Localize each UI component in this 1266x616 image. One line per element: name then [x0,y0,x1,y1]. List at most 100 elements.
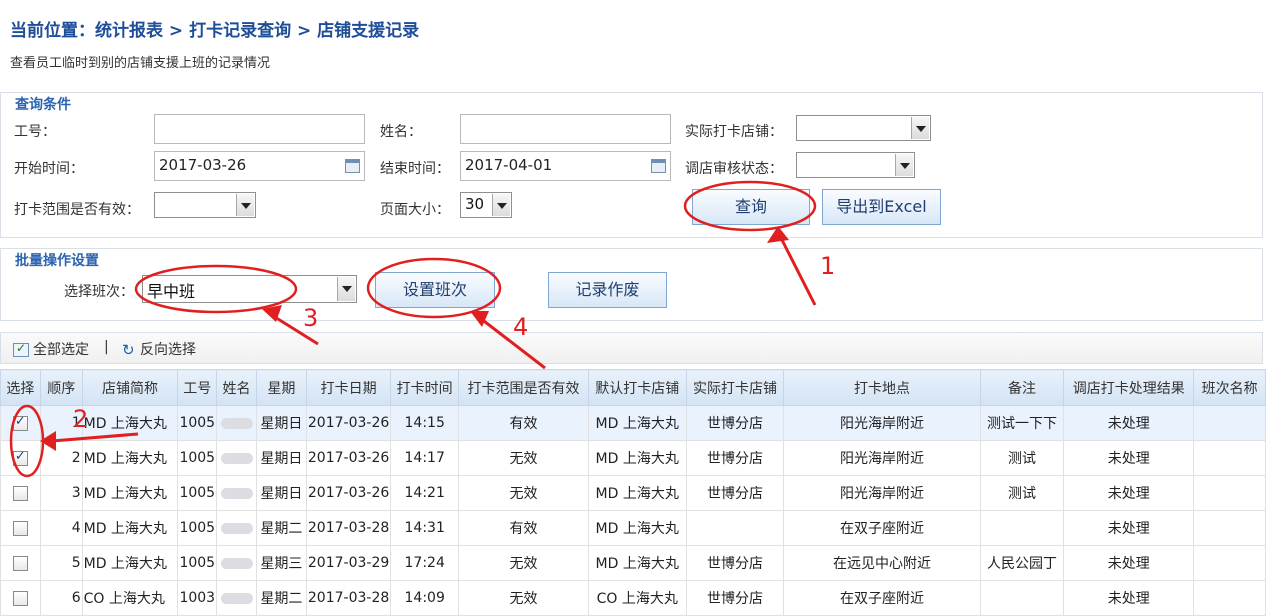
select-cell[interactable] [0,440,41,476]
calendar-icon[interactable] [345,159,360,173]
actual-store-cell: 世博分店 [685,440,785,476]
location-cell: 在远见中心附近 [783,545,981,581]
store-cell: MD 上海大丸 [81,440,179,476]
annotation-number: 4 [513,313,529,341]
column-header[interactable]: 姓名 [216,369,257,406]
shift-cell [1193,405,1266,441]
column-header[interactable]: 实际打卡店铺 [685,369,785,406]
column-header[interactable]: 打卡时间 [390,369,460,406]
remark-cell [979,580,1065,616]
actual-store-cell: 世博分店 [685,545,785,581]
remark-cell [979,510,1065,546]
row-checkbox[interactable] [12,485,28,501]
select-cell[interactable] [0,510,41,546]
column-header[interactable]: 顺序 [39,369,83,406]
default-store-cell: CO 上海大丸 [587,580,687,616]
select-cell[interactable] [0,475,41,511]
end-time-input[interactable]: 2017-04-01 [460,151,671,181]
row-checkbox[interactable] [12,520,28,536]
location-cell: 在双子座附近 [783,510,981,546]
select-all-button[interactable]: 全部选定 [13,339,89,359]
chevron-down-icon[interactable] [236,194,254,216]
column-header[interactable]: 班次名称 [1193,369,1266,406]
column-header[interactable]: 默认打卡店铺 [587,369,687,406]
week-cell: 星期二 [255,580,307,616]
row-checkbox[interactable] [12,590,28,606]
date-cell: 2017-03-28 [305,510,392,546]
invert-selection-button[interactable]: ↻ 反向选择 [122,339,196,359]
redacted-name [220,487,253,499]
chevron-down-icon[interactable] [337,277,355,301]
table-row[interactable]: 1MD 上海大丸1005星期日2017-03-2614:15有效MD 上海大丸世… [0,405,1266,441]
row-checkbox[interactable] [12,449,28,466]
audit-status-select[interactable] [796,152,915,178]
seq-cell: 3 [39,475,83,511]
date-cell: 2017-03-28 [305,580,392,616]
chevron-down-icon[interactable] [895,154,913,176]
range-valid-select[interactable] [154,192,256,218]
calendar-icon[interactable] [651,159,666,173]
export-excel-button[interactable]: 导出到Excel [822,189,941,225]
redacted-name [220,452,253,464]
column-header[interactable]: 店铺简称 [81,369,179,406]
breadcrumb: 当前位置：统计报表 > 打卡记录查询 > 店铺支援记录 [10,21,420,41]
valid-cell: 无效 [458,440,589,476]
chevron-down-icon[interactable] [492,194,510,216]
chevron-down-icon[interactable] [911,117,929,139]
emp-id-cell: 1003 [177,580,218,616]
set-shift-button[interactable]: 设置班次 [375,272,495,308]
void-record-button[interactable]: 记录作废 [548,272,667,308]
employee-id-input[interactable] [154,114,365,144]
column-header[interactable]: 星期 [255,369,307,406]
table-row[interactable]: 6 CO 上海大丸 1003 星期二 2017-03-28 14:09 无效 CO 上海大丸世… [0,580,1266,616]
row-checkbox[interactable] [12,555,28,571]
table-header-row: 选择 顺序 店铺简称 工号 姓名 星期 打卡日期 打卡时间 打卡范围是否有效 默… [0,369,1266,406]
table-row[interactable]: 4 MD 上海大丸 1005 星期二 2017-03-28 14:31 有效 MD 上海大丸在… [0,510,1266,546]
column-header[interactable]: 打卡日期 [305,369,392,406]
end-time-value: 2017-04-01 [465,156,553,174]
column-header[interactable]: 打卡范围是否有效 [458,369,589,406]
location-cell: 阳光海岸附近 [783,475,981,511]
result-cell: 未处理 [1063,545,1195,581]
table-row[interactable]: 3 MD 上海大丸 1005 星期日 2017-03-26 14:21 无效 MD 上海大丸世… [0,475,1266,511]
page-size-select[interactable]: 30 [460,192,512,218]
query-button[interactable]: 查询 [692,189,810,225]
column-header[interactable]: 打卡地点 [783,369,981,406]
table-row[interactable]: 2MD 上海大丸1005星期日2017-03-2614:17无效MD 上海大丸世… [0,440,1266,476]
default-store-cell: MD 上海大丸 [587,510,687,546]
date-cell: 2017-03-26 [305,440,392,476]
remark-cell: 测试 [979,475,1065,511]
column-header[interactable]: 调店打卡处理结果 [1063,369,1195,406]
name-cell [216,440,257,476]
seq-cell: 4 [39,510,83,546]
store-cell: CO 上海大丸 [81,580,179,616]
default-store-cell: MD 上海大丸 [587,440,687,476]
select-cell[interactable] [0,580,41,616]
valid-cell: 有效 [458,510,589,546]
page-size-label: 页面大小： [380,202,450,218]
location-cell: 阳光海岸附近 [783,440,981,476]
name-input[interactable] [460,114,671,144]
column-header[interactable]: 备注 [979,369,1065,406]
default-store-cell: MD 上海大丸 [587,475,687,511]
default-store-cell: MD 上海大丸 [587,545,687,581]
shift-cell [1193,580,1266,616]
column-header[interactable]: 选择 [0,369,41,406]
redacted-name [220,417,253,429]
column-header[interactable]: 工号 [177,369,218,406]
start-time-input[interactable]: 2017-03-26 [154,151,365,181]
store-cell: MD 上海大丸 [81,405,179,441]
emp-id-cell: 1005 [177,475,218,511]
row-checkbox[interactable] [12,414,28,431]
select-cell[interactable] [0,545,41,581]
result-cell: 未处理 [1063,510,1195,546]
query-panel-title: 查询条件 [15,97,71,113]
default-store-cell: MD 上海大丸 [587,405,687,441]
date-cell: 2017-03-26 [305,475,392,511]
batch-panel-title: 批量操作设置 [15,253,99,269]
table-row[interactable]: 5 MD 上海大丸 1005 星期三 2017-03-29 17:24 无效 MD 上海大丸世… [0,545,1266,581]
actual-store-select[interactable] [796,115,931,141]
shift-select[interactable]: 早中班 [142,275,357,303]
select-cell[interactable] [0,405,41,441]
shift-cell [1193,510,1266,546]
